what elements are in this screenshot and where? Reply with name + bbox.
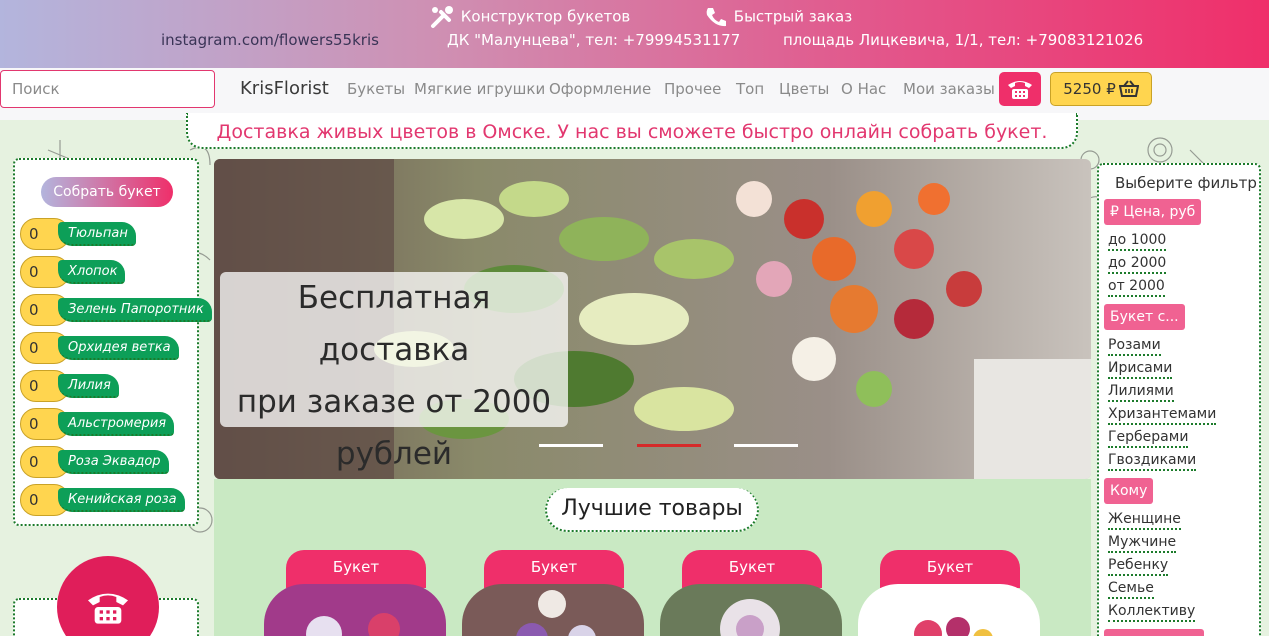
product-image bbox=[264, 584, 446, 636]
address-dk: ДК "Малунцева", тел: +79994531177 bbox=[447, 31, 741, 49]
nav-item-my-orders[interactable]: Мои заказы bbox=[903, 80, 995, 98]
filter-panel: Выберите фильтр ₽ Цена, руб до 1000 до 2… bbox=[1097, 163, 1261, 636]
flower-item[interactable]: 0 Тюльпан bbox=[20, 218, 210, 250]
caption-line: Бесплатная доставка bbox=[297, 280, 491, 368]
whom-filter-chip[interactable]: Кому bbox=[1104, 478, 1154, 504]
flower-name: Хлопок bbox=[58, 260, 126, 284]
nav-item-soft-toys[interactable]: Мягкие игрушки bbox=[414, 80, 545, 98]
phone-icon bbox=[706, 8, 726, 27]
product-card[interactable]: Букет bbox=[264, 550, 446, 636]
telephone-icon bbox=[1008, 81, 1032, 99]
build-bouquet-button[interactable]: Собрать букет bbox=[41, 177, 173, 207]
nav-item-decoration[interactable]: Оформление bbox=[549, 80, 651, 98]
flower-item[interactable]: 0 Лилия bbox=[20, 370, 210, 402]
promo-carousel[interactable]: Бесплатная доставка при заказе от 2000 р… bbox=[214, 159, 1091, 479]
price-filter-chip[interactable]: ₽ Цена, руб bbox=[1104, 199, 1202, 225]
address-square: площадь Лицкевича, 1/1, тел: +7908312102… bbox=[783, 31, 1144, 49]
flower-item[interactable]: 0 Хлопок bbox=[20, 256, 210, 288]
flower-name: Тюльпан bbox=[58, 222, 136, 246]
telephone-icon bbox=[88, 593, 128, 624]
tools-icon bbox=[431, 6, 453, 28]
product-card[interactable]: Букет bbox=[462, 550, 644, 636]
product-image bbox=[462, 584, 644, 636]
filter-option-bouquet[interactable]: Гвоздиками bbox=[1108, 452, 1197, 471]
product-tag: Букет bbox=[880, 550, 1020, 588]
filter-option-bouquet[interactable]: Розами bbox=[1108, 337, 1161, 356]
filter-option-bouquet[interactable]: Лилиями bbox=[1108, 383, 1174, 402]
filter-option-whom[interactable]: Семье bbox=[1108, 580, 1154, 599]
cart-button[interactable]: 5250 ₽ bbox=[1050, 72, 1152, 106]
flower-name: Альстромерия bbox=[58, 412, 175, 436]
constructor-link[interactable]: Конструктор букетов bbox=[430, 5, 630, 29]
filter-option-whom[interactable]: Коллективу bbox=[1108, 603, 1196, 622]
flower-name: Лилия bbox=[58, 374, 119, 398]
call-button[interactable] bbox=[999, 72, 1041, 106]
next-filter-chip[interactable] bbox=[1104, 629, 1204, 636]
product-card[interactable]: Букет bbox=[858, 550, 1040, 636]
search-input[interactable] bbox=[0, 70, 215, 108]
cart-amount: 5250 ₽ bbox=[1063, 80, 1116, 98]
nav-item-about[interactable]: О Нас bbox=[841, 80, 886, 98]
flower-item[interactable]: 0 Роза Эквадор bbox=[20, 446, 210, 478]
filter-option-price[interactable]: до 1000 bbox=[1108, 232, 1167, 251]
filter-option-whom[interactable]: Ребенку bbox=[1108, 557, 1169, 576]
product-tag: Букет bbox=[286, 550, 426, 588]
product-tag: Букет bbox=[682, 550, 822, 588]
filter-option-bouquet[interactable]: Ирисами bbox=[1108, 360, 1173, 379]
flower-name: Орхидея ветка bbox=[58, 336, 179, 360]
filter-option-bouquet[interactable]: Хризантемами bbox=[1108, 406, 1217, 425]
filter-option-whom[interactable]: Мужчине bbox=[1108, 534, 1177, 553]
basket-icon bbox=[1118, 80, 1139, 97]
flower-item[interactable]: 0 Орхидея ветка bbox=[20, 332, 210, 364]
carousel-indicator[interactable] bbox=[539, 444, 603, 447]
caption-line: при заказе от 2000 bbox=[236, 384, 552, 420]
product-tag: Букет bbox=[484, 550, 624, 588]
bouquet-filter-chip[interactable]: Букет с... bbox=[1104, 304, 1185, 330]
instagram-link[interactable]: instagram.com/flowers55kris bbox=[161, 31, 379, 49]
flower-item[interactable]: 0 Зелень Папоротник bbox=[20, 294, 212, 326]
tagline: Доставка живых цветов в Омске. У нас вы … bbox=[186, 113, 1078, 149]
flower-name: Роза Эквадор bbox=[58, 450, 169, 474]
filter-option-bouquet[interactable]: Герберами bbox=[1108, 429, 1189, 448]
carousel-indicator-active[interactable] bbox=[637, 444, 701, 447]
quick-order-link[interactable]: Быстрый заказ bbox=[703, 5, 852, 29]
product-card[interactable]: Букет bbox=[660, 550, 842, 636]
brand-logo[interactable]: KrisFlorist bbox=[240, 78, 329, 99]
flower-name: Кенийская роза bbox=[58, 488, 185, 512]
flower-item[interactable]: 0 Альстромерия bbox=[20, 408, 210, 440]
constructor-label: Конструктор букетов bbox=[460, 7, 631, 26]
flower-item[interactable]: 0 Кенийская роза bbox=[20, 484, 210, 516]
filter-option-whom[interactable]: Женщине bbox=[1108, 511, 1181, 530]
nav-item-bouquets[interactable]: Букеты bbox=[347, 80, 405, 98]
quick-order-label: Быстрый заказ bbox=[733, 7, 853, 26]
product-image bbox=[858, 584, 1040, 636]
best-products-title: Лучшие товары bbox=[545, 488, 759, 532]
filter-option-price[interactable]: от 2000 bbox=[1108, 278, 1165, 297]
bouquet-builder-panel: Собрать букет 0 Тюльпан 0 Хлопок 0 Зелень П… bbox=[13, 158, 212, 526]
filter-title: Выберите фильтр bbox=[1115, 174, 1257, 192]
filter-option-price[interactable]: до 2000 bbox=[1108, 255, 1167, 274]
nav-item-flowers[interactable]: Цветы bbox=[779, 80, 829, 98]
top-banner: Конструктор букетов Быстрый заказ instag… bbox=[0, 0, 1269, 68]
flower-name: Зелень Папоротник bbox=[58, 298, 212, 322]
caption-line: рублей bbox=[335, 436, 453, 472]
nav-item-other[interactable]: Прочее bbox=[664, 80, 721, 98]
nav-item-top[interactable]: Топ bbox=[736, 80, 764, 98]
carousel-indicator[interactable] bbox=[734, 444, 798, 447]
promo-caption: Бесплатная доставка при заказе от 2000 р… bbox=[220, 272, 568, 472]
product-image bbox=[660, 584, 842, 636]
